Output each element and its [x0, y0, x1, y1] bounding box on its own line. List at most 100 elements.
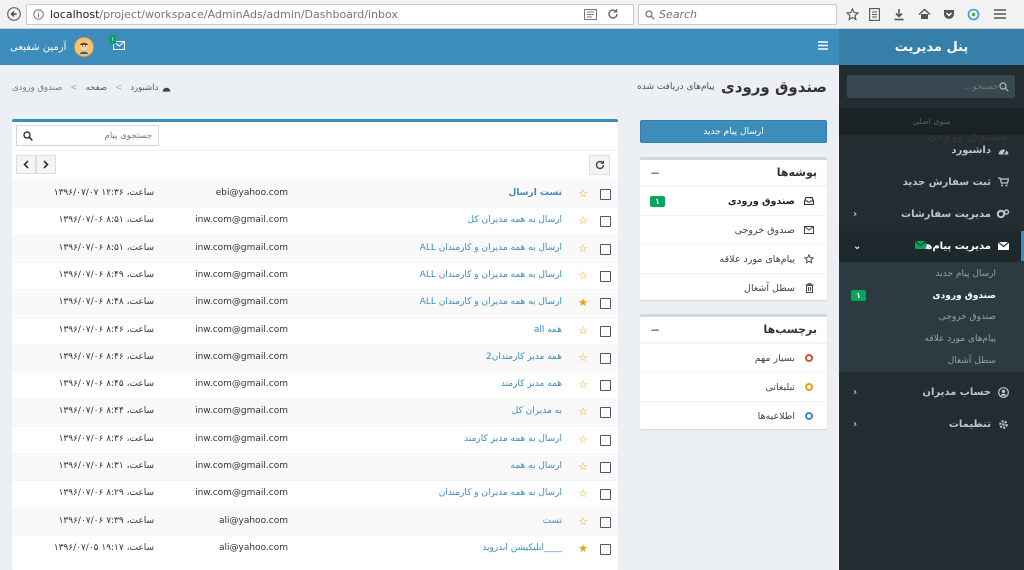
message-subject[interactable]: ارسال به همه مدیران و کارمندان ALL — [420, 270, 562, 280]
message-subject[interactable]: همه all — [534, 325, 562, 335]
star-outline-icon[interactable]: ☆ — [578, 405, 588, 419]
sidebar-item-admin-accounts[interactable]: حساب مدیران ‹ — [839, 377, 1024, 407]
collapse-icon[interactable]: − — [650, 323, 660, 337]
label-notices[interactable]: اطلاعیه‌ها — [640, 401, 827, 430]
star-outline-icon[interactable]: ☆ — [578, 460, 588, 474]
label-important[interactable]: بسیار مهم — [640, 343, 827, 372]
message-row[interactable]: ★ ____ابلیکیشن اندروید ali@yahoo.com ۱۳۹۶/۰… — [12, 534, 618, 562]
url-bar[interactable]: localhost/project/workspace/AdminAds/adm… — [26, 4, 634, 25]
message-subject[interactable]: ارسال به همه — [511, 461, 563, 471]
reader-view-icon[interactable] — [584, 9, 597, 20]
message-row[interactable]: ☆ ارسال به همه مدیران کل inw.com@gmail.com… — [12, 207, 618, 234]
url-text[interactable]: localhost/project/workspace/AdminAds/adm… — [50, 8, 398, 21]
message-checkbox[interactable] — [600, 543, 611, 555]
extension-icon[interactable] — [964, 5, 982, 23]
reading-list-icon[interactable] — [865, 5, 883, 23]
compose-button[interactable]: ارسال پیام جدید — [640, 120, 827, 143]
folder-outbox[interactable]: صندوق خروجی — [640, 215, 827, 244]
message-checkbox[interactable] — [600, 352, 611, 364]
search-icon[interactable] — [999, 81, 1009, 92]
star-filled-icon[interactable]: ★ — [578, 296, 588, 310]
message-row[interactable]: ☆ همه all inw.com@gmail.com ۱۳۹۶/۰۷/۰۶ ساعت… — [12, 316, 618, 344]
label-promotions[interactable]: تبلیغاتی — [640, 372, 827, 401]
message-row[interactable]: ☆ تست ali@yahoo.com ۱۳۹۶/۰۷/۰۶ ساعت، ۷:۳۹ — [12, 507, 618, 535]
home-icon[interactable] — [915, 5, 933, 23]
star-outline-icon[interactable]: ☆ — [578, 187, 588, 201]
message-subject[interactable]: همه مدیر کارمند — [501, 379, 562, 389]
breadcrumb-page[interactable]: صفحه — [86, 83, 108, 93]
submenu-item-inbox[interactable]: صندوق ورودی ۱ — [839, 285, 1024, 306]
sidebar-item-settings[interactable]: تنظیمات ‹ — [839, 409, 1024, 439]
message-checkbox[interactable] — [600, 189, 611, 200]
info-icon[interactable] — [33, 9, 44, 20]
submenu-item-favorites[interactable]: پیام‌های مورد علاقه — [839, 328, 1024, 349]
sidebar-logo[interactable]: پنل مدیریت — [839, 29, 1024, 65]
submenu-item-trash[interactable]: سطل آشغال — [839, 350, 1024, 371]
star-outline-icon[interactable]: ☆ — [578, 515, 588, 529]
message-checkbox[interactable] — [600, 298, 611, 310]
submenu-item-compose[interactable]: ارسال پیام جدید — [839, 263, 1024, 284]
sidebar-item-orders[interactable]: مدیریت سفارشات ‹ — [839, 199, 1024, 229]
message-checkbox[interactable] — [600, 489, 611, 501]
message-row[interactable]: ☆ ارسال به همه مدیران و کارمندان inw.com@g… — [12, 480, 618, 507]
browser-search-bar[interactable] — [638, 4, 837, 25]
message-checkbox[interactable] — [600, 325, 611, 337]
message-subject[interactable]: ارسال به همه مدیران و کارمندان — [439, 488, 562, 498]
download-icon[interactable] — [890, 5, 908, 23]
sidebar-toggle-icon[interactable] — [818, 41, 829, 51]
message-row[interactable]: ★ ارسال به همه مدیران و کارمندان ALL inw.c… — [12, 289, 618, 317]
star-outline-icon[interactable]: ☆ — [578, 351, 588, 365]
message-row[interactable]: ☆ ارسال به همه مدیران و کارمندان ALL inw.c… — [12, 261, 618, 289]
bookmark-star-icon[interactable] — [843, 5, 861, 23]
message-row[interactable]: ☆ همه مدیر کارمندان2 inw.com@gmail.com ۱۳۹۶… — [12, 343, 618, 372]
submenu-item-outbox[interactable]: صندوق خروجی — [839, 306, 1024, 327]
sidebar-search-input[interactable] — [853, 81, 999, 92]
star-outline-icon[interactable]: ☆ — [578, 324, 588, 338]
star-outline-icon[interactable]: ☆ — [578, 433, 588, 447]
message-row[interactable]: ☆ ارسال به همه inw.com@gmail.com ۱۳۹۶/۰۷/۰۶… — [12, 453, 618, 481]
message-checkbox[interactable] — [600, 380, 611, 392]
star-outline-icon[interactable]: ☆ — [578, 214, 588, 228]
star-outline-icon[interactable]: ☆ — [578, 269, 588, 283]
message-checkbox[interactable] — [600, 407, 611, 419]
message-checkbox[interactable] — [600, 270, 611, 282]
breadcrumb-dashboard[interactable]: داشبورد — [130, 83, 171, 93]
message-row[interactable]: ☆ همه مدیر کارمند inw.com@gmail.com ۱۳۹۶/۰۷… — [12, 371, 618, 398]
message-subject[interactable]: تست ارسال — [508, 188, 562, 198]
hamburger-menu-icon[interactable] — [991, 5, 1009, 23]
star-outline-icon[interactable]: ☆ — [578, 487, 588, 501]
next-page-button[interactable] — [36, 155, 56, 174]
message-checkbox[interactable] — [600, 434, 611, 446]
star-outline-icon[interactable]: ☆ — [578, 378, 588, 392]
mailbox-search-input[interactable] — [33, 130, 152, 141]
message-row[interactable]: ☆ ارسال به همه مدیر کارمند inw.com@gmail.c… — [12, 425, 618, 453]
message-row[interactable]: ☆ ارسال به همه مدیران و کارمندان ALL inw.c… — [12, 234, 618, 262]
message-row[interactable]: ☆ تست ارسال ebi@yahoo.com ۱۳۹۶/۰۷/۰۷ ساعت، … — [12, 180, 618, 208]
message-subject[interactable]: ارسال به همه مدیران کل — [468, 215, 562, 225]
sidebar-item-new-order[interactable]: ثبت سفارش جدید — [839, 167, 1024, 197]
star-outline-icon[interactable]: ☆ — [578, 242, 588, 256]
search-icon[interactable] — [23, 130, 33, 141]
user-menu[interactable]: آرمین شفیعی — [10, 29, 95, 65]
collapse-icon[interactable]: − — [650, 166, 660, 180]
refresh-button[interactable] — [589, 155, 610, 175]
message-checkbox[interactable] — [600, 516, 611, 528]
folder-favorites[interactable]: پیام‌های مورد علاقه — [640, 244, 827, 273]
folder-trash[interactable]: سطل آشغال — [640, 273, 827, 302]
reload-icon[interactable] — [607, 8, 619, 20]
sidebar-item-messages[interactable]: مدیریت پیام‌ها ⌄ — [839, 231, 1024, 261]
message-subject[interactable]: تست — [543, 516, 562, 526]
message-checkbox[interactable] — [600, 216, 611, 228]
message-checkbox[interactable] — [600, 462, 611, 473]
back-icon[interactable] — [5, 5, 23, 23]
browser-search-input[interactable] — [659, 8, 829, 21]
star-filled-icon[interactable]: ★ — [578, 542, 588, 556]
message-subject[interactable]: به مدیران کل — [512, 406, 562, 416]
message-subject[interactable]: ____ابلیکیشن اندروید — [482, 543, 562, 553]
message-subject[interactable]: ارسال به همه مدیران و کارمندان ALL — [420, 297, 562, 307]
message-subject[interactable]: همه مدیر کارمندان2 — [486, 352, 562, 362]
message-row[interactable]: ☆ به مدیران کل inw.com@gmail.com ۱۳۹۶/۰۷/۰۶… — [12, 398, 618, 426]
prev-page-button[interactable] — [16, 155, 36, 174]
message-subject[interactable]: ارسال به همه مدیران و کارمندان ALL — [420, 243, 562, 253]
pocket-icon[interactable] — [940, 5, 958, 23]
